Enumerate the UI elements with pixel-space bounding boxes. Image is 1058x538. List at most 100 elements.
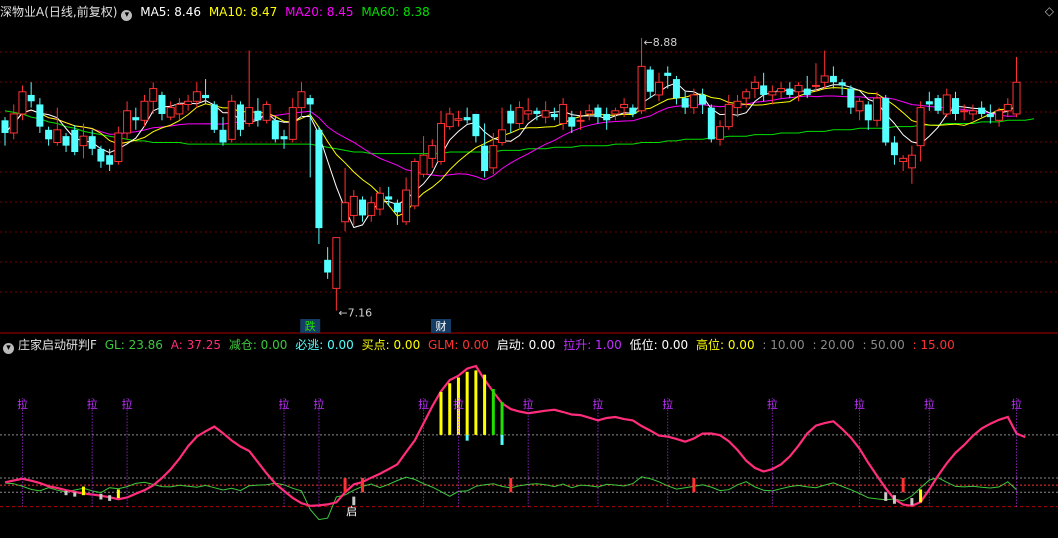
ma5-label: MA5: 8.46	[140, 5, 201, 19]
candle-body-down	[202, 94, 210, 99]
candle-body-up	[489, 145, 498, 169]
marker-label: 跌	[305, 319, 316, 333]
candle-body-down	[324, 259, 332, 273]
candle-body-down	[27, 94, 35, 102]
candle-body-down	[62, 136, 70, 146]
candle-body-down	[463, 117, 471, 121]
candle-body-down	[951, 98, 959, 114]
candle-body-up	[811, 84, 820, 87]
l10-label: : 10.00	[762, 338, 805, 352]
gl-label: GL: 23.86	[104, 338, 163, 352]
candle-body-up	[375, 192, 384, 210]
candle-body-up	[1012, 81, 1021, 115]
candle-body-up	[855, 100, 864, 112]
candle-body-up	[724, 103, 733, 128]
candle-body-up	[611, 110, 620, 115]
candle-body-up	[942, 94, 951, 115]
ma60-label: MA60: 8.38	[361, 5, 430, 19]
candle-body-up	[716, 126, 725, 140]
candle-body-up	[968, 110, 977, 115]
la-marker-label: 拉	[279, 397, 290, 411]
candle-body-down	[97, 148, 105, 162]
l20-label: : 20.00	[812, 338, 855, 352]
candle-body-up	[916, 107, 925, 147]
candle-body-up	[733, 100, 742, 109]
candle-body-up	[437, 122, 445, 163]
candle-body-up	[899, 157, 908, 163]
candle-body-down	[890, 142, 898, 156]
stock-title[interactable]: 深物业A(日线,前复权)	[0, 5, 117, 19]
candle-body-up	[576, 119, 585, 122]
marker-label: 财	[436, 319, 447, 333]
candle-body-down	[864, 104, 872, 121]
candle-body-up	[777, 88, 786, 93]
candle-body-up	[288, 107, 297, 140]
candle-body-down	[236, 104, 244, 130]
candle-body-down	[699, 94, 707, 105]
candle-body-up	[768, 91, 777, 96]
la-marker-label: 拉	[592, 397, 603, 411]
glm-label: GLM: 0.00	[428, 338, 489, 352]
a-label: A: 37.25	[170, 338, 221, 352]
candle-body-up	[454, 118, 463, 121]
diamond-icon[interactable]: ◇	[1045, 4, 1054, 18]
candle-body-down	[664, 72, 672, 76]
indicator-lines	[4, 364, 1026, 521]
candle-body-down	[838, 82, 846, 86]
candle-body-down	[359, 199, 367, 216]
la-marker-label: 拉	[767, 397, 778, 411]
kline-chart[interactable]: ←8.88 ←7.16 跌 财 拉 拉 拉 拉 拉 拉 拉 拉 拉 拉 拉 拉 拉 拉启	[0, 0, 1058, 538]
candle-body-up	[114, 132, 123, 163]
candle-body-up	[541, 110, 550, 118]
candle-body-up	[341, 202, 350, 223]
candle-body-down	[71, 129, 79, 153]
candle-body-down	[707, 107, 715, 140]
candle-body-up	[297, 91, 306, 109]
candle-body-down	[315, 129, 323, 229]
candle-body-down	[882, 98, 890, 143]
dw-label: 低位: 0.00	[629, 338, 689, 352]
candle-body-up	[9, 113, 18, 134]
indicator-toggle-icon[interactable]: ▾	[3, 343, 14, 354]
md-label: 买点: 0.00	[361, 338, 421, 352]
candle-body-down	[925, 101, 933, 105]
candle-body-up	[53, 129, 62, 143]
candle-body-down	[219, 129, 227, 143]
qd-label: 启动: 0.00	[496, 338, 556, 352]
candle-body-up	[689, 94, 698, 109]
la-marker-label: 拉	[523, 397, 534, 411]
candle-body-down	[760, 85, 768, 95]
la-marker-label: 拉	[418, 397, 429, 411]
candle-body-down	[629, 107, 637, 114]
la-marker-label: 拉	[854, 397, 865, 411]
candle-body-down	[803, 88, 811, 95]
candle-body-down	[786, 88, 794, 95]
candle-body-up	[428, 145, 437, 159]
candle-body-up	[166, 107, 175, 118]
low-price-label: ←7.16	[338, 307, 372, 320]
candle-body-up	[637, 65, 646, 112]
bt-label: 必逃: 0.00	[295, 338, 354, 352]
candle-body-down	[978, 107, 986, 114]
settings-toggle-icon[interactable]: ▾	[121, 10, 133, 21]
indicator-title[interactable]: 庄家启动研判F	[18, 338, 97, 352]
candle-body-down	[88, 136, 96, 149]
la-marker-label: 拉	[924, 397, 935, 411]
la-marker-label: 拉	[662, 397, 673, 411]
candle-body-down	[45, 129, 53, 140]
ma10-label: MA10: 8.47	[208, 5, 278, 19]
candle-body-up	[794, 84, 803, 93]
candle-body-up	[332, 237, 341, 289]
candle-body-down	[986, 113, 994, 118]
main-chart-header: 深物业A(日线,前复权) ▾ MA5: 8.46 MA10: 8.47 MA20:…	[0, 2, 434, 22]
la-marker-label: 拉	[122, 397, 133, 411]
candle-body-down	[472, 113, 480, 137]
indicator-grid	[0, 434, 1058, 508]
ma20-label: MA20: 8.45	[285, 5, 354, 19]
candle-body-up	[750, 81, 759, 90]
qi-marker-label: 启	[346, 505, 357, 518]
candle-body-down	[533, 110, 541, 114]
l15-label: : 15.00	[912, 338, 955, 352]
candle-body-up	[960, 110, 969, 113]
candle-body-down	[393, 202, 401, 213]
